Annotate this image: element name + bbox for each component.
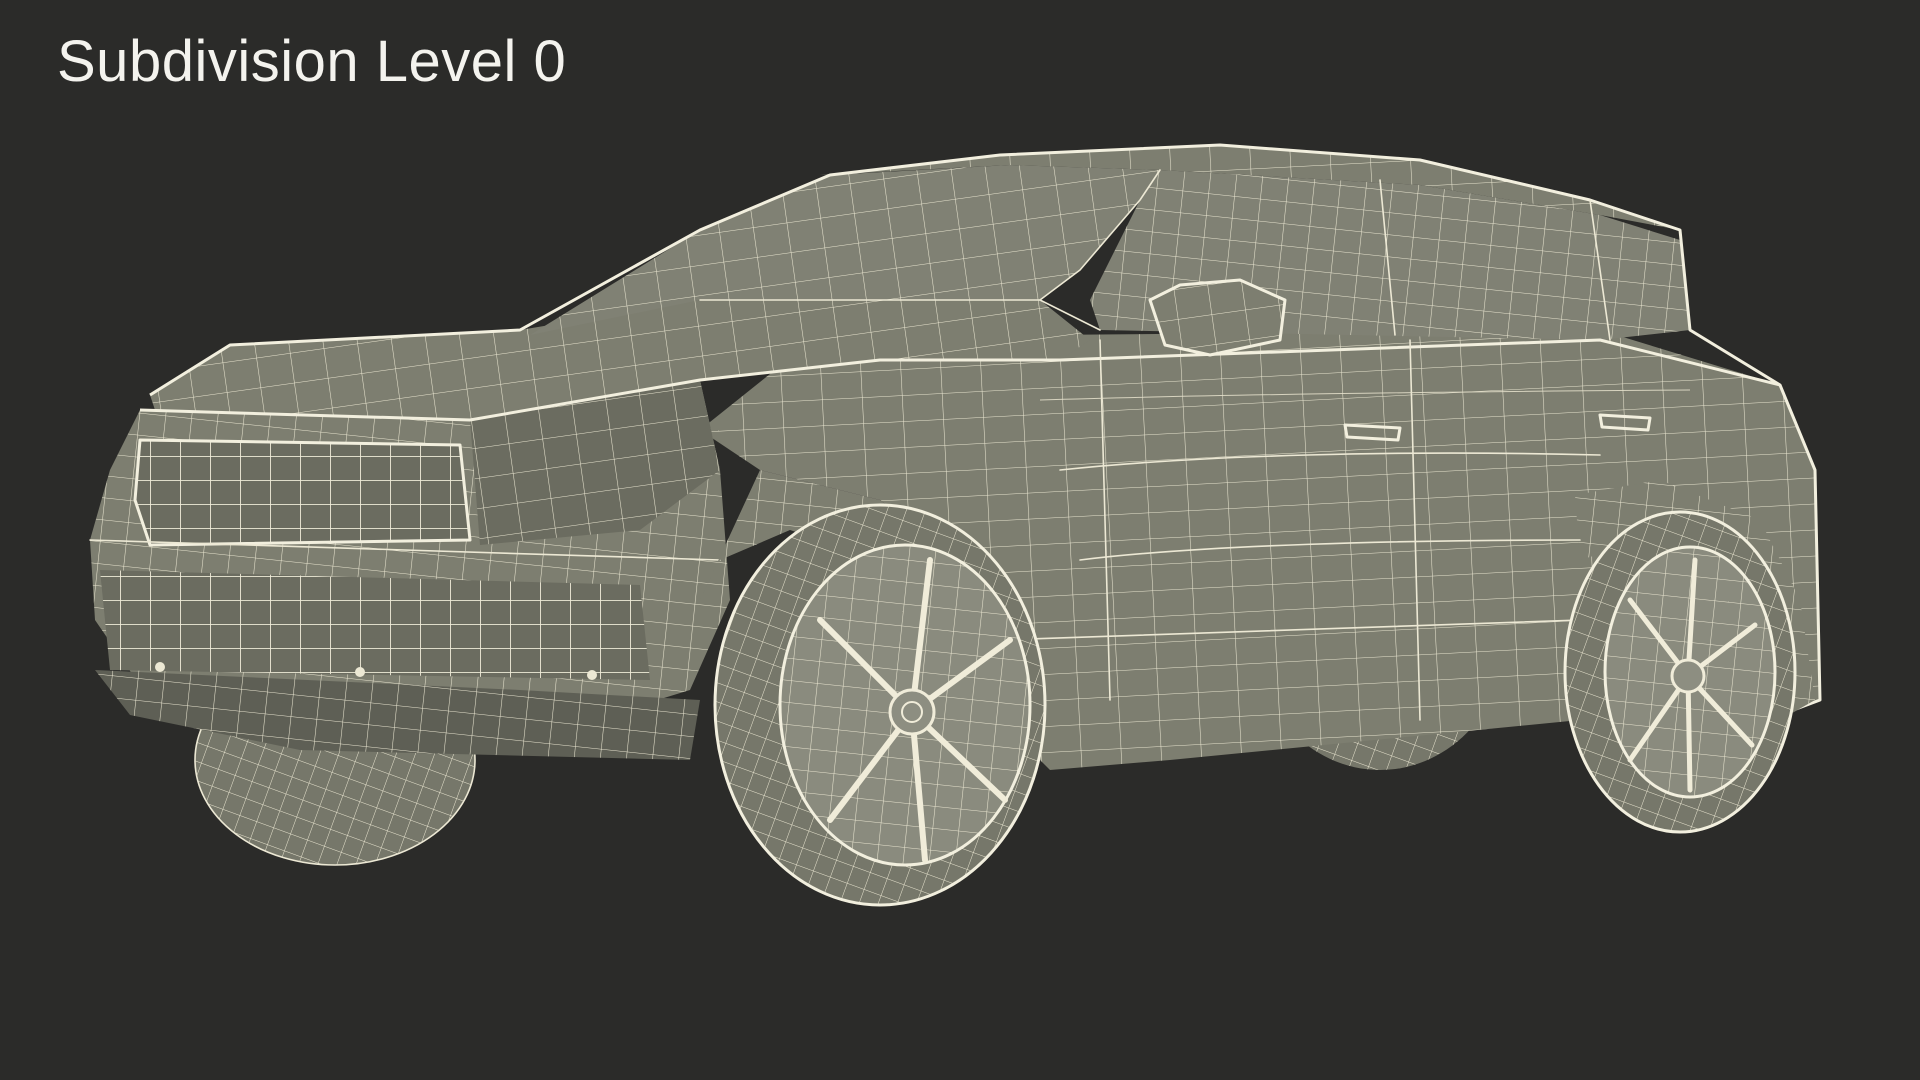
render-viewport: Subdivision Level 0 (0, 0, 1920, 1080)
suv-wireframe-model (89, 143, 1822, 907)
